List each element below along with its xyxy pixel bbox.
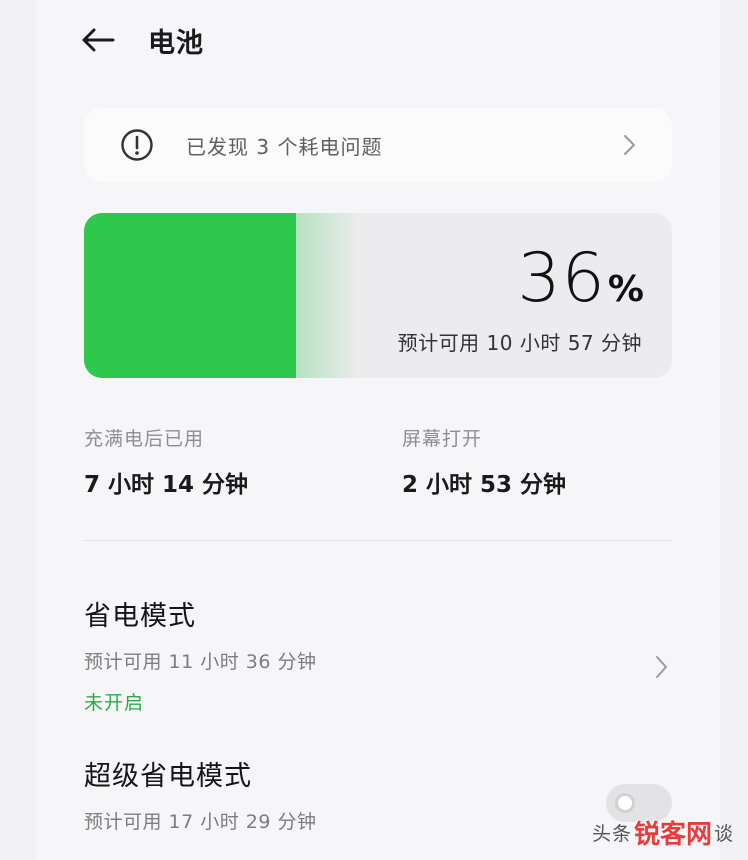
setting-title: 超级省电模式 (84, 761, 252, 792)
battery-remaining-estimate: 预计可用 10 小时 57 分钟 (397, 331, 642, 355)
power-issues-text: 已发现 3 个耗电问题 (186, 134, 383, 159)
stat-value: 2 小时 53 分钟 (402, 472, 567, 498)
battery-level-gradient (295, 213, 360, 378)
battery-settings-screen: 电池 已发现 3 个耗电问题 36 % 预计可用 10 小时 57 分钟 充满电… (0, 0, 748, 860)
stat-since-full-charge: 充满电后已用 7 小时 14 分钟 (84, 424, 248, 499)
super-power-saving-mode-item: 超级省电模式 预计可用 17 小时 29 分钟 (84, 754, 672, 844)
setting-title: 省电模式 (84, 601, 196, 632)
watermark-suffix: 谈 (714, 822, 734, 845)
setting-subtitle: 预计可用 17 小时 29 分钟 (84, 811, 317, 833)
chevron-right-icon (622, 133, 638, 157)
stat-screen-on: 屏幕打开 2 小时 53 分钟 (402, 424, 566, 499)
stat-label: 屏幕打开 (402, 428, 483, 450)
battery-percentage-unit: % (607, 269, 644, 310)
chevron-right-icon (654, 654, 670, 680)
setting-status: 未开启 (84, 692, 145, 714)
stat-value: 7 小时 14 分钟 (84, 472, 249, 498)
battery-level-bar (84, 213, 296, 378)
stat-label: 充满电后已用 (84, 428, 205, 450)
left-margin (0, 0, 36, 860)
arrow-left-icon[interactable] (80, 22, 116, 58)
power-issues-banner[interactable]: 已发现 3 个耗电问题 (84, 108, 672, 182)
toggle-knob (615, 793, 635, 813)
watermark-logo: 锐客网 (634, 819, 713, 850)
exclamation-circle-icon (120, 128, 154, 162)
setting-subtitle: 预计可用 11 小时 36 分钟 (84, 651, 317, 673)
page-title: 电池 (148, 27, 204, 59)
power-saving-mode-item[interactable]: 省电模式 预计可用 11 小时 36 分钟 未开启 (84, 594, 672, 714)
battery-level-card: 36 % 预计可用 10 小时 57 分钟 (84, 213, 672, 378)
battery-percentage-number: 36 (517, 239, 606, 318)
watermark-prefix: 头条 (592, 822, 633, 845)
section-divider (84, 540, 672, 541)
watermark: 头条 锐客网 谈 (592, 814, 733, 850)
right-margin (720, 0, 748, 860)
battery-percentage: 36 % (517, 245, 644, 313)
top-bar: 电池 (80, 18, 204, 62)
